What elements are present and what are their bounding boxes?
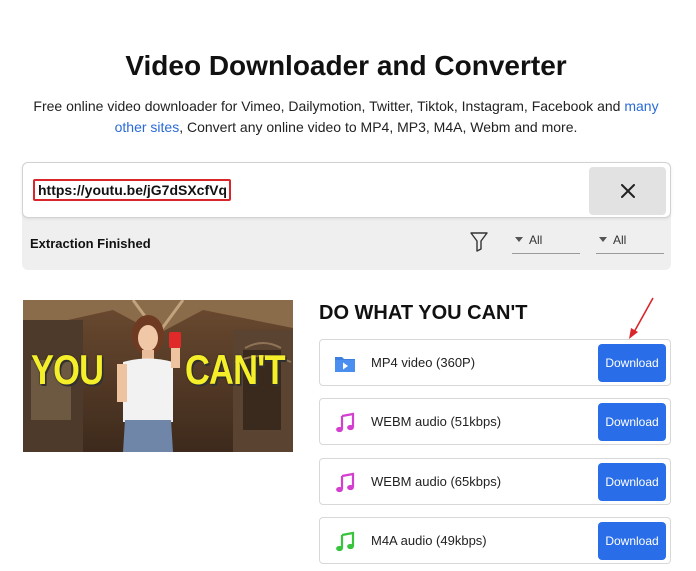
format-filter-select[interactable]: All — [596, 230, 664, 254]
page-subtitle: Free online video downloader for Vimeo, … — [20, 96, 672, 138]
quality-filter-select[interactable]: All — [512, 230, 580, 254]
subtitle-text-2: , Convert any online video to MP4, MP3, … — [179, 119, 578, 135]
subtitle-text-1: Free online video downloader for Vimeo, … — [33, 98, 625, 114]
clear-button[interactable] — [589, 167, 666, 215]
format-label: WEBM audio (65kbps) — [371, 474, 502, 489]
download-button-m4a-49kbps[interactable]: Download — [598, 522, 666, 560]
page-title: Video Downloader and Converter — [125, 50, 567, 81]
arrow-annotation-icon — [629, 297, 654, 339]
caret-down-icon — [599, 237, 607, 242]
format-label: MP4 video (360P) — [371, 355, 476, 370]
video-file-icon — [335, 357, 355, 372]
thumbnail-text-left: YOU — [31, 346, 104, 393]
video-title: DO WHAT YOU CAN'T — [319, 302, 528, 324]
music-note-icon — [336, 412, 355, 433]
format-label: WEBM audio (51kbps) — [371, 414, 502, 429]
video-thumbnail: YOU CAN'T — [23, 300, 293, 452]
quality-filter-value: All — [529, 233, 543, 247]
thumbnail-text-right: CAN'T — [185, 346, 286, 393]
url-input[interactable] — [33, 179, 231, 201]
format-row-m4a-49kbps: M4A audio (49kbps) Download — [319, 517, 671, 564]
format-label: M4A audio (49kbps) — [371, 533, 487, 548]
music-note-icon — [336, 531, 355, 552]
format-row-webm-51kbps: WEBM audio (51kbps) Download — [319, 398, 671, 445]
caret-down-icon — [515, 237, 523, 242]
search-panel: Extraction Finished All All — [22, 162, 671, 270]
format-row-webm-65kbps: WEBM audio (65kbps) Download — [319, 458, 671, 505]
status-text: Extraction Finished — [30, 236, 151, 251]
download-button-webm-65kbps[interactable]: Download — [598, 463, 666, 501]
filter-icon[interactable] — [470, 232, 488, 252]
format-row-mp4-360p: MP4 video (360P) Download — [319, 339, 671, 386]
download-button-webm-51kbps[interactable]: Download — [598, 403, 666, 441]
download-button-mp4-360p[interactable]: Download — [598, 344, 666, 382]
format-filter-value: All — [613, 233, 627, 247]
close-icon — [620, 184, 635, 198]
music-note-icon — [336, 472, 355, 493]
url-box — [22, 162, 671, 218]
